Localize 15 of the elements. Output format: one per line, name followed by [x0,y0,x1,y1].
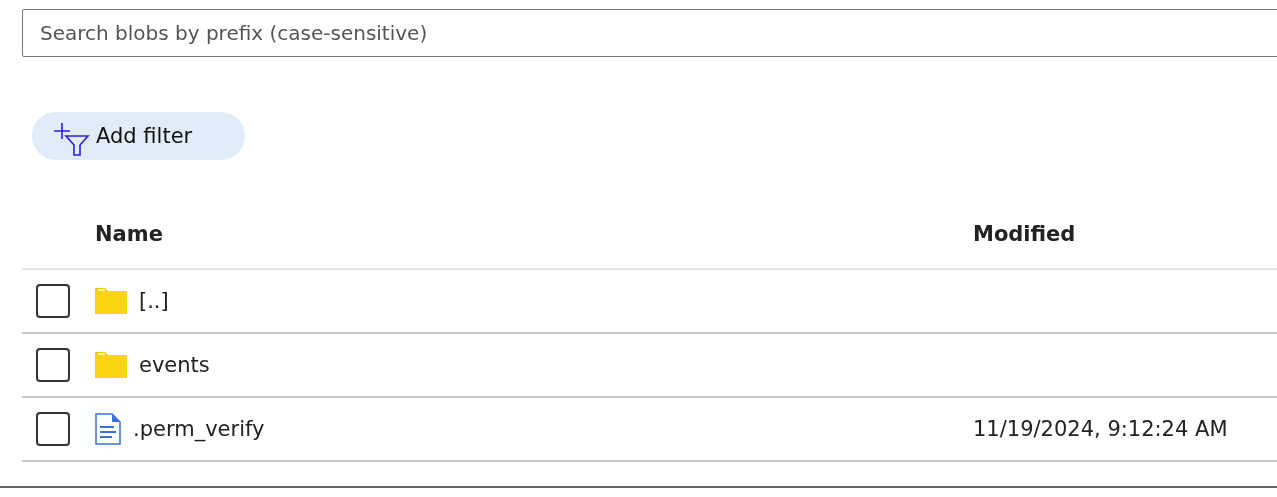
file-name[interactable]: [..] [139,289,169,313]
column-header[interactable]: Modified [973,222,1277,246]
add-filter-icon [52,122,90,156]
file-name[interactable]: events [139,353,210,377]
add-filter-button[interactable]: Add filter [32,112,245,160]
row-checkbox[interactable] [36,412,70,446]
search-field[interactable]: Search blobs by prefix (case-sensitive) [22,9,1277,57]
folder-icon [95,352,127,378]
column-header[interactable]: Name [95,222,973,246]
row-checkbox[interactable] [36,284,70,318]
folder-icon [95,288,127,314]
row-checkbox[interactable] [36,348,70,382]
document-icon [95,413,121,445]
file-name[interactable]: .perm_verify [133,417,265,441]
modified-date: 11/19/2024, 9:12:24 AM [973,417,1228,441]
